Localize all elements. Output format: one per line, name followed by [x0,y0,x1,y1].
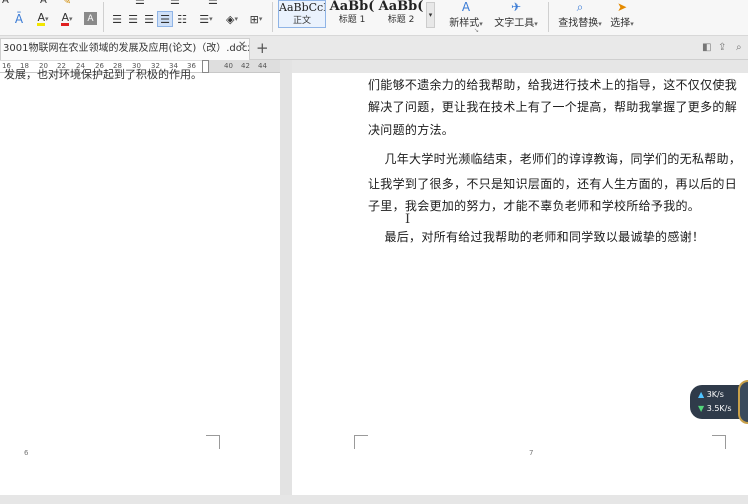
align-center-icon[interactable]: ☰ [126,12,140,26]
style-heading-1[interactable]: AaBb( 标题 1 [328,0,376,28]
upload-arrow-icon: ▲ [698,390,705,399]
sidebar-toggle-icon[interactable]: ◧ [702,41,711,55]
paragraph-line: 子里，我会更加的努力，才能不辜负老师和学校所给予我的。 [368,199,701,213]
margin-corner-mark [712,435,726,449]
download-speed-value: 3.5K/s [706,404,732,413]
download-speed: ▼ 3.5K/s [698,404,732,414]
align-right-icon[interactable]: ☰ [142,12,156,26]
line-spacing-icon[interactable]: ☰ ▾ [196,12,216,26]
page-text-line: 发展，也对环境保护起到了积极的作用。 [4,68,202,81]
style-preview: AaBbCcD [279,1,325,14]
share-icon[interactable]: ⇪ [718,41,726,55]
borders-icon[interactable]: ⊞ ▾ [245,12,267,26]
page-number: 7 [529,449,534,457]
ribbon-separator [272,2,273,32]
page-bottom-gap [0,495,748,504]
ribbon-separator [103,2,104,32]
list-icon[interactable]: ☰ [135,0,145,8]
ruler-tick: 44 [258,62,267,70]
indent-marker[interactable] [202,60,209,73]
style-normal[interactable]: AaBbCcD 正文 [278,0,326,28]
text-cursor-icon: I [405,212,411,227]
page-gutter [280,60,292,504]
new-tab-icon[interactable]: + [256,38,269,58]
char-shading-icon[interactable]: A [84,12,97,25]
text-tools-icon: ✈ [510,0,522,14]
align-left-icon[interactable]: ☰ [110,12,124,26]
text-tools-button[interactable]: ✈ 文字工具▾ [486,0,546,29]
paragraph-line: 最后，对所有给过我帮助的老师和同学致以最诚挚的感谢！ [368,230,705,244]
margin-corner-mark [206,435,220,449]
sort-icon[interactable]: ☰ [208,0,218,8]
style-heading-2[interactable]: AaBb( 标题 2 [378,0,424,28]
styles-scroll-icon[interactable]: ▾ [426,2,435,28]
text-effect-icon[interactable]: Ā [12,12,26,26]
ruler-tick: 42 [241,62,250,70]
upload-speed: ▲ 3K/s [698,390,724,400]
highlight-button[interactable]: A ▾ [34,12,52,26]
document-tab-bar: 3001物联网在农业领域的发展及应用(论文)（改）.docx ✕ + ◧ ⇪ ⌕ [0,36,748,60]
select-button[interactable]: ➤ 选择▾ [592,0,652,29]
font-color-icon: A [61,11,69,26]
style-preview: AaBb( [378,0,424,14]
search-icon[interactable]: ⌕ [736,41,742,55]
paragraph-line: 解决了问题，更让我在技术上有了一个提高，帮助我掌握了更多的解 [368,100,738,114]
download-arrow-icon: ▼ [698,404,705,413]
document-tab-title: 3001物联网在农业领域的发展及应用(论文)（改）.docx [3,43,250,54]
document-tab[interactable]: 3001物联网在农业领域的发展及应用(论文)（改）.docx [0,38,250,60]
page-6[interactable]: 发展，也对环境保护起到了积极的作用。 6 [0,68,280,495]
widget-orb-icon[interactable] [738,380,748,424]
clear-format-icon[interactable]: ✎ [62,0,71,8]
font-shrink-icon[interactable]: A [40,0,47,8]
ribbon-toolbar: A A ✎ Ā A ▾ A ▾ A ☰ ☰ ☰ ☰ ☷ ☰ ▾ ◈ ▾ ⊞ ▾ ☰ ☰ ☰… [0,0,748,36]
paragraph-line: 几年大学时光濒临结束，老师们的谆谆教诲，同学们的无私帮助， [368,152,742,166]
distribute-icon[interactable]: ☷ [175,12,189,26]
paragraph-line: 决问题的方法。 [368,123,455,137]
ribbon-separator [548,2,549,32]
justify-icon[interactable]: ☰ [157,11,173,27]
page-number: 6 [24,449,29,457]
highlight-icon: A [37,11,45,26]
close-icon[interactable]: ✕ [238,40,246,52]
font-color-button[interactable]: A ▾ [58,12,76,26]
select-label: 选择 [610,18,631,29]
style-name: 标题 2 [387,15,415,25]
style-preview: AaBb( [329,0,375,14]
text-tools-label: 文字工具 [494,18,535,29]
shading-fill-icon[interactable]: ◈ ▾ [221,12,243,26]
margin-corner-mark [354,435,368,449]
font-grow-icon[interactable]: A [2,0,9,8]
style-name: 标题 1 [338,15,366,25]
page-7[interactable]: 们能够不遗余力的给我帮助，给我进行技术上的指导，这不仅仅使我 解决了问题，更让我… [292,73,748,495]
ruler-tick: 40 [224,62,233,70]
indent-icon[interactable]: ☰ [170,0,180,8]
wps-writer-window: A A ✎ Ā A ▾ A ▾ A ☰ ☰ ☰ ☰ ☷ ☰ ▾ ◈ ▾ ⊞ ▾ ☰ ☰ ☰… [0,0,748,504]
cursor-arrow-icon: ➤ [616,0,628,14]
ruler-background [292,60,748,73]
style-name: 正文 [292,16,311,26]
upload-speed-value: 3K/s [706,390,724,399]
